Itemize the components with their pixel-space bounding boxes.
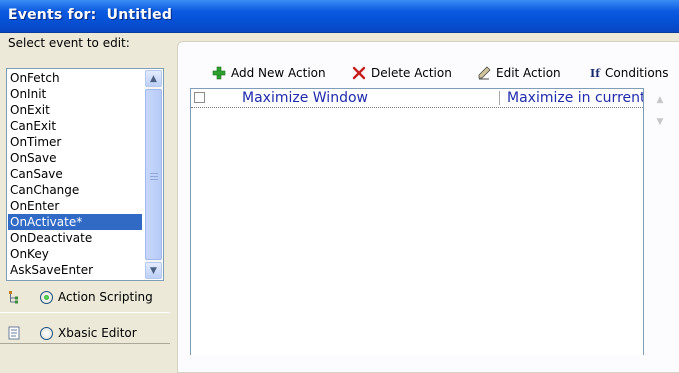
triangle-up-icon: ▲ <box>656 95 664 105</box>
plus-icon <box>211 65 227 81</box>
grip-icon <box>150 173 158 180</box>
edit-action-label: Edit Action <box>496 66 561 80</box>
move-down-button[interactable]: ▼ <box>654 117 666 127</box>
add-action-label: Add New Action <box>231 66 326 80</box>
xbasic-editor-option[interactable]: Xbasic Editor <box>8 322 137 344</box>
event-list-scrollbar[interactable]: ▲ ▼ <box>145 70 162 279</box>
action-scripting-label: Action Scripting <box>58 290 153 304</box>
conditions-label: Conditions <box>605 66 669 80</box>
chevron-down-icon: ▼ <box>150 265 157 276</box>
conditions-button[interactable]: If Conditions <box>587 64 669 82</box>
event-item[interactable]: OnDeactivate <box>8 230 142 246</box>
select-event-label: Select event to edit: <box>8 36 130 50</box>
window-title: Events for: Untitled <box>8 7 173 23</box>
event-item[interactable]: OnEnter <box>8 198 142 214</box>
delete-action-button[interactable]: Delete Action <box>351 64 452 82</box>
title-bar: Events for: Untitled <box>0 0 679 33</box>
action-row[interactable]: Maximize Window Maximize in current <box>191 89 643 108</box>
event-item[interactable]: CanSave <box>8 166 142 182</box>
scroll-down-button[interactable]: ▼ <box>145 262 162 279</box>
pencil-icon <box>476 65 492 81</box>
event-item[interactable]: OnExit <box>8 102 142 118</box>
event-item[interactable]: OnActivate* <box>8 214 142 230</box>
event-listbox[interactable]: OnFetch OnInit OnExit CanExit OnTimer OnSave C… <box>6 68 164 281</box>
scroll-thumb[interactable] <box>145 89 162 260</box>
event-item[interactable]: OnInit <box>8 86 142 102</box>
action-tree-icon <box>8 290 20 304</box>
action-row-checkbox[interactable] <box>194 92 205 103</box>
code-editor-icon <box>8 326 20 340</box>
event-item[interactable]: AskSaveEnter <box>8 262 142 278</box>
divider <box>0 312 170 313</box>
delete-x-icon <box>351 65 367 81</box>
move-up-button[interactable]: ▲ <box>654 95 666 105</box>
action-name: Maximize Window <box>242 90 368 106</box>
scroll-up-button[interactable]: ▲ <box>145 70 162 87</box>
edit-action-button[interactable]: Edit Action <box>476 64 561 82</box>
action-scripting-option[interactable]: Action Scripting <box>8 286 153 308</box>
xbasic-editor-label: Xbasic Editor <box>58 326 137 340</box>
event-item[interactable]: OnTimer <box>8 134 142 150</box>
event-item[interactable]: OnSave <box>8 150 142 166</box>
if-icon: If <box>590 66 600 80</box>
column-divider <box>499 91 500 105</box>
event-item[interactable]: OnKey <box>8 246 142 262</box>
action-scripting-radio[interactable] <box>40 290 53 304</box>
add-action-button[interactable]: Add New Action <box>211 64 326 82</box>
event-item[interactable]: CanChange <box>8 182 142 198</box>
actions-grid: Maximize Window Maximize in current <box>190 88 644 355</box>
event-item[interactable]: OnFetch <box>8 70 142 86</box>
event-item[interactable]: CanExit <box>8 118 142 134</box>
triangle-down-icon: ▼ <box>656 117 664 127</box>
chevron-up-icon: ▲ <box>150 73 157 84</box>
divider <box>0 343 170 344</box>
xbasic-editor-radio[interactable] <box>40 326 53 340</box>
action-description: Maximize in current <box>507 90 644 106</box>
delete-action-label: Delete Action <box>371 66 452 80</box>
